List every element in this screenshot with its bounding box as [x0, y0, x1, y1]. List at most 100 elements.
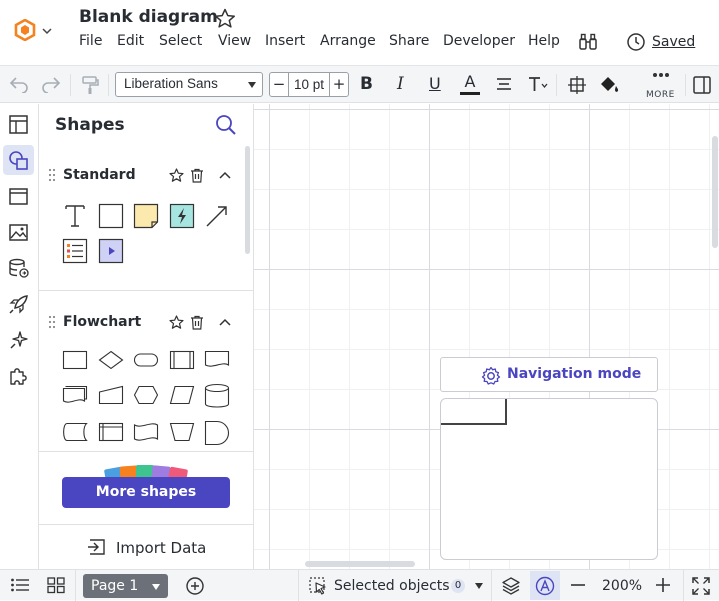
fullscreen-icon[interactable] [691, 576, 711, 596]
rail-ai-button[interactable] [3, 325, 34, 355]
menu-file[interactable]: File [79, 33, 102, 49]
shape-text[interactable] [62, 203, 88, 229]
search-icon[interactable] [215, 114, 237, 136]
flow-manual-operation[interactable] [169, 422, 195, 448]
fill-bucket-icon[interactable] [598, 75, 620, 95]
chevron-up-icon[interactable] [218, 170, 232, 180]
app-logo-icon[interactable] [14, 19, 36, 41]
chevron-down-icon[interactable] [152, 584, 160, 590]
zoom-level[interactable]: 200% [602, 578, 642, 594]
vertical-scrollbar[interactable] [712, 136, 718, 248]
flow-decision[interactable] [98, 350, 124, 376]
flow-database[interactable] [204, 383, 230, 409]
diagram-canvas[interactable]: Navigation mode [254, 104, 719, 569]
document-title[interactable]: Blank diagram [79, 7, 218, 27]
shape-action[interactable] [169, 203, 195, 229]
menu-arrange[interactable]: Arrange [320, 33, 376, 49]
selection-cursor-icon [308, 576, 328, 596]
menu-developer[interactable]: Developer [443, 33, 515, 49]
shape-list[interactable] [62, 238, 88, 264]
clock-icon[interactable] [626, 32, 646, 52]
minimap-viewport[interactable] [441, 399, 507, 425]
menu-help[interactable]: Help [528, 33, 560, 49]
shape-video[interactable] [98, 238, 124, 264]
more-label[interactable]: MORE [646, 90, 675, 100]
flow-data[interactable] [169, 385, 195, 411]
font-size-decrease-button[interactable]: − [270, 73, 289, 96]
trash-icon[interactable] [190, 315, 204, 330]
flow-document[interactable] [204, 350, 230, 376]
text-options-icon[interactable] [527, 75, 549, 93]
star-icon[interactable] [169, 168, 184, 183]
gear-icon [481, 366, 501, 385]
shape-rectangle[interactable] [98, 203, 124, 229]
rail-shapes-button[interactable] [3, 145, 34, 175]
menu-edit[interactable]: Edit [117, 33, 144, 49]
library-header-standard[interactable]: Standard [39, 162, 249, 190]
menu-view[interactable]: View [218, 33, 251, 49]
rail-integrations-button[interactable] [3, 361, 34, 391]
shape-sticky-note[interactable] [133, 203, 159, 229]
add-page-icon[interactable] [185, 576, 205, 596]
chevron-down-icon[interactable] [41, 25, 53, 37]
selected-objects-label[interactable]: Selected objects [334, 578, 450, 594]
menu-select[interactable]: Select [159, 33, 202, 49]
zoom-out-icon[interactable] [569, 577, 587, 593]
more-shapes-button[interactable]: More shapes [62, 477, 230, 508]
flow-terminator[interactable] [133, 350, 159, 376]
rail-data-button[interactable] [3, 253, 34, 283]
grid-view-icon[interactable] [46, 576, 66, 594]
more-options-icon[interactable] [652, 71, 670, 79]
rail-templates-button[interactable] [3, 109, 34, 139]
underline-button[interactable]: U [429, 74, 441, 93]
align-text-icon[interactable] [495, 76, 513, 92]
undo-icon[interactable] [9, 75, 29, 93]
navigation-mode-label: Navigation mode [507, 366, 642, 382]
italic-button[interactable]: I [397, 74, 404, 94]
right-panel-toggle-icon[interactable] [692, 75, 712, 95]
flow-delay[interactable] [204, 420, 230, 446]
library-header-flowchart[interactable]: Flowchart [39, 309, 249, 337]
flow-internal-storage[interactable] [98, 422, 124, 448]
flow-process[interactable] [62, 350, 88, 376]
rail-frames-button[interactable] [3, 181, 34, 211]
page-tab[interactable]: Page 1 [83, 574, 168, 598]
minimap[interactable] [440, 398, 658, 560]
flow-punched-tape[interactable] [133, 422, 159, 448]
flow-multiple-documents[interactable] [62, 385, 88, 411]
star-icon[interactable] [169, 315, 184, 330]
flow-predefined-process[interactable] [169, 350, 195, 376]
flow-preparation[interactable] [133, 385, 159, 411]
layers-icon[interactable] [501, 576, 521, 596]
horizontal-scrollbar[interactable] [305, 561, 415, 567]
rail-images-button[interactable] [3, 217, 34, 247]
navigation-mode-button[interactable]: Navigation mode [440, 357, 658, 392]
rail-launch-button[interactable] [3, 289, 34, 319]
font-family-select[interactable]: Liberation Sans [115, 72, 263, 97]
drag-handle-icon[interactable] [48, 315, 56, 329]
shape-arrow-line[interactable] [204, 203, 230, 229]
flow-manual-input[interactable] [98, 385, 124, 411]
import-data-button[interactable]: Import Data [116, 539, 206, 557]
saved-status[interactable]: Saved [652, 34, 695, 50]
trash-icon[interactable] [190, 168, 204, 183]
menu-share[interactable]: Share [389, 33, 429, 49]
rocket-icon [9, 295, 28, 314]
zoom-in-icon[interactable] [654, 577, 672, 593]
chevron-up-icon[interactable] [218, 317, 232, 327]
chevron-down-icon[interactable] [475, 583, 483, 589]
favorite-star-icon[interactable] [214, 8, 236, 29]
list-view-icon[interactable] [10, 577, 30, 593]
binoculars-icon[interactable] [578, 33, 598, 51]
bold-button[interactable]: B [360, 74, 373, 94]
redo-icon[interactable] [41, 75, 61, 93]
navigation-mode-toggle[interactable] [530, 571, 560, 600]
flow-stored-data[interactable] [62, 422, 88, 448]
format-painter-icon[interactable] [80, 75, 100, 95]
text-color-button[interactable]: A [460, 72, 480, 95]
drag-handle-icon[interactable] [48, 168, 56, 182]
menu-insert[interactable]: Insert [265, 33, 305, 49]
font-size-input[interactable]: 10 pt [289, 73, 329, 96]
font-size-increase-button[interactable]: + [329, 73, 348, 96]
shape-options-icon[interactable] [567, 75, 587, 95]
